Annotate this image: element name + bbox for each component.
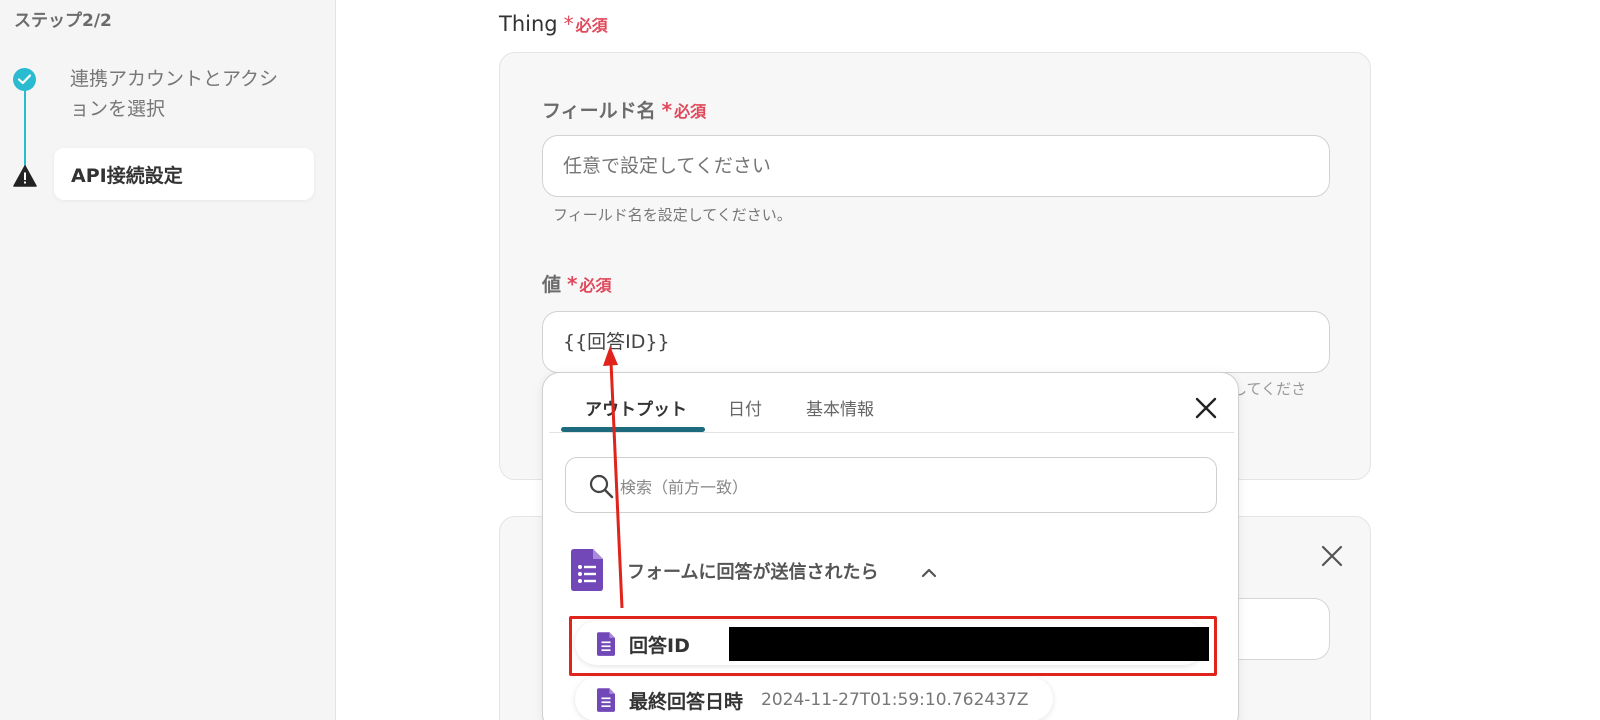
tab-divider xyxy=(549,432,1234,433)
chevron-up-icon[interactable] xyxy=(921,563,937,582)
search-input[interactable]: 検索（前方一致） xyxy=(565,457,1217,513)
tab-date[interactable]: 日付 xyxy=(728,395,762,420)
output-item-last-response-time[interactable]: 最終回答日時 2024-11-27T01:59:10.762437Z xyxy=(575,677,1053,720)
highlight-annotation xyxy=(569,616,1217,676)
required-asterisk: * xyxy=(661,98,673,122)
field-name-hint: フィールド名を設定してください。 xyxy=(553,206,792,224)
output-item-label: 最終回答日時 xyxy=(629,691,744,713)
close-icon[interactable] xyxy=(1195,397,1217,423)
required-badge: 必須 xyxy=(575,16,608,35)
sidebar-item-label: 連携アカウントとアクシ xyxy=(70,68,279,90)
sidebar-item-label: API接続設定 xyxy=(71,165,183,187)
value-label-text: 値 xyxy=(542,274,562,296)
output-item-value: 2024-11-27T01:59:10.762437Z xyxy=(761,690,1029,710)
sidebar-item-label: ョンを選択 xyxy=(70,98,166,120)
active-tab-indicator xyxy=(561,427,705,432)
sidebar-item-account-action[interactable]: 連携アカウントとアクシ ョンを選択 xyxy=(70,64,300,124)
value-label: 値 * 必須 xyxy=(542,270,612,297)
tab-basic-info[interactable]: 基本情報 xyxy=(806,395,874,420)
section-title: Thing xyxy=(499,12,558,36)
sidebar-item-api-settings[interactable]: API接続設定 xyxy=(54,148,314,200)
tab-output[interactable]: アウトプット xyxy=(585,395,687,420)
field-name-input[interactable] xyxy=(542,135,1330,197)
warning-icon xyxy=(13,165,37,191)
google-forms-icon xyxy=(597,688,615,716)
trigger-group-title[interactable]: フォームに回答が送信されたら xyxy=(627,558,878,584)
required-badge: 必須 xyxy=(579,276,612,295)
section-label: Thing * 必須 xyxy=(499,12,608,36)
value-input[interactable]: {{回答ID}} xyxy=(542,311,1330,373)
search-icon xyxy=(588,473,614,503)
check-icon xyxy=(13,68,36,91)
google-forms-icon xyxy=(571,549,603,595)
sidebar: ステップ2/2 連携アカウントとアクシ ョンを選択 API接続設定 xyxy=(0,0,336,720)
required-asterisk: * xyxy=(567,272,578,296)
field-name-label: フィールド名 * 必須 xyxy=(542,96,706,123)
step-connector xyxy=(24,90,26,172)
close-icon[interactable] xyxy=(1321,545,1343,571)
required-asterisk: * xyxy=(563,12,574,36)
field-name-label-text: フィールド名 xyxy=(542,100,656,122)
required-badge: 必須 xyxy=(674,102,707,121)
step-title: ステップ2/2 xyxy=(14,11,112,31)
search-placeholder: 検索（前方一致） xyxy=(620,478,749,497)
value-hint: してくださ xyxy=(1232,380,1307,398)
